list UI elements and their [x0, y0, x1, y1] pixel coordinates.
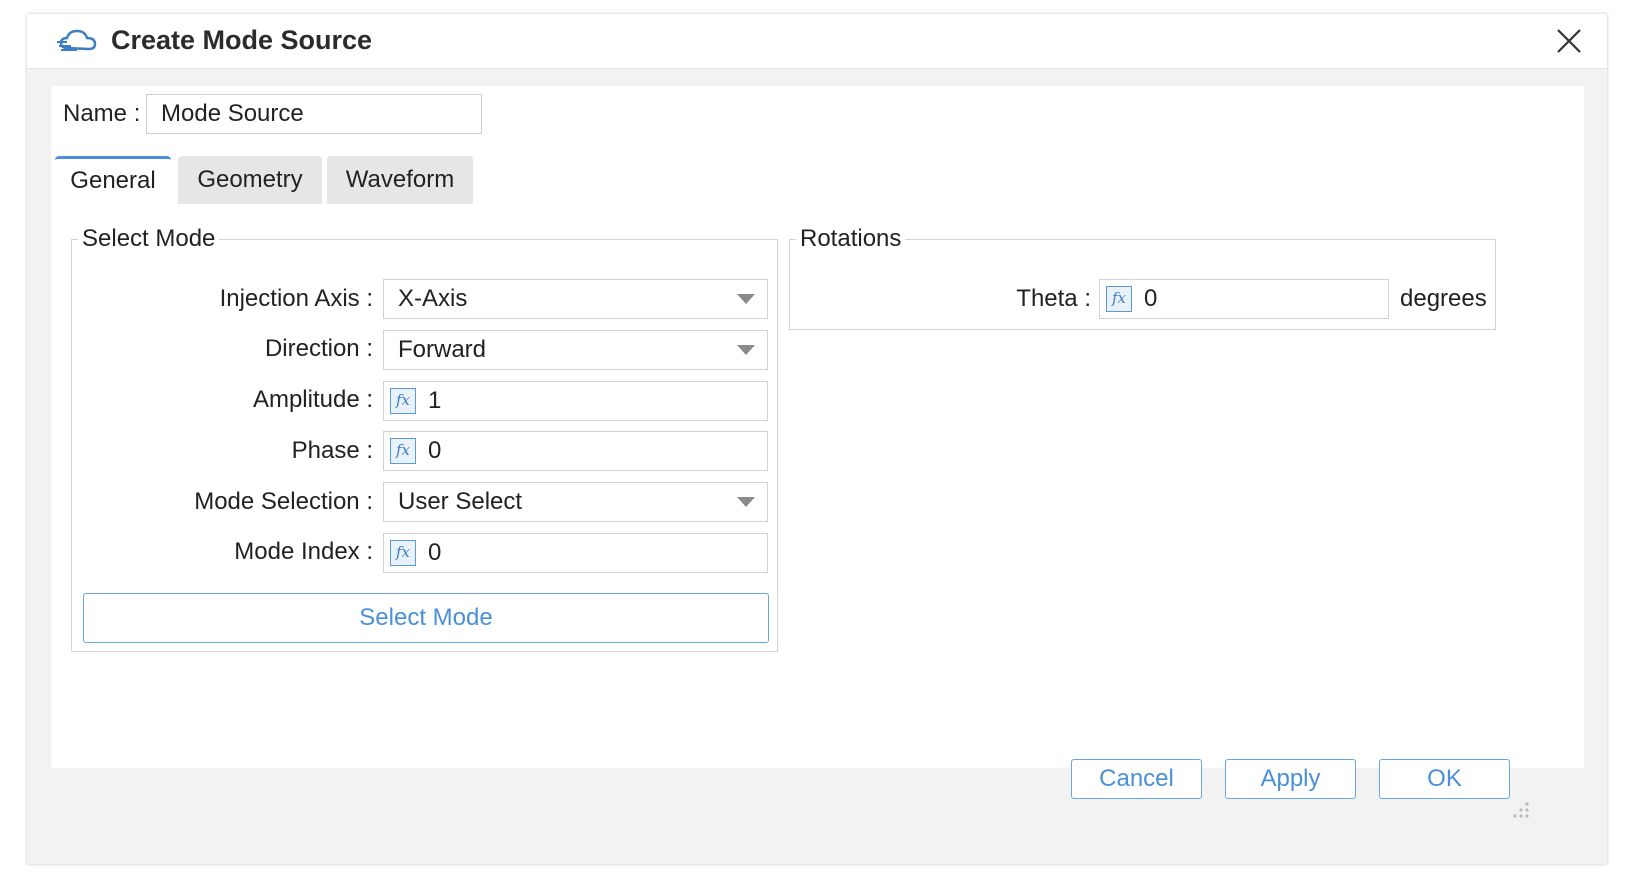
- amplitude-label: Amplitude :: [252, 386, 373, 413]
- apply-button[interactable]: Apply: [1225, 759, 1356, 799]
- mode-index-input[interactable]: fx 0: [383, 533, 768, 573]
- create-mode-source-dialog: Create Mode Source Name : Mode Source Ge…: [27, 14, 1607, 864]
- dialog-title: Create Mode Source: [111, 25, 373, 55]
- mode-index-label: Mode Index :: [234, 538, 373, 565]
- select-mode-button[interactable]: Select Mode: [83, 593, 769, 643]
- phase-input[interactable]: fx 0: [383, 431, 768, 471]
- close-icon[interactable]: [1552, 24, 1586, 58]
- direction-select[interactable]: Forward: [383, 330, 768, 370]
- cancel-button[interactable]: Cancel: [1071, 759, 1202, 799]
- tab-general[interactable]: General: [55, 156, 171, 204]
- chevron-down-icon: [737, 497, 755, 507]
- chevron-down-icon: [737, 294, 755, 304]
- fx-icon[interactable]: fx: [390, 540, 416, 566]
- tab-geometry[interactable]: Geometry: [178, 156, 322, 204]
- rotations-legend: Rotations: [800, 225, 902, 252]
- resize-grip-icon[interactable]: [1511, 800, 1531, 820]
- phase-value: 0: [428, 437, 442, 464]
- select-mode-legend: Select Mode: [82, 225, 216, 252]
- theta-value: 0: [1144, 285, 1158, 312]
- mode-index-value: 0: [428, 539, 442, 566]
- injection-axis-value: X-Axis: [398, 285, 468, 312]
- tab-waveform[interactable]: Waveform: [327, 156, 473, 204]
- dialog-content: Name : Mode Source General Geometry Wave…: [51, 86, 1584, 768]
- chevron-down-icon: [737, 345, 755, 355]
- fx-icon[interactable]: fx: [390, 438, 416, 464]
- ok-button[interactable]: OK: [1379, 759, 1510, 799]
- mode-selection-label: Mode Selection :: [194, 488, 373, 515]
- cloud-icon: [57, 29, 97, 51]
- injection-axis-select[interactable]: X-Axis: [383, 279, 768, 319]
- injection-axis-label: Injection Axis :: [219, 285, 373, 312]
- title-bar: Create Mode Source: [27, 14, 1607, 69]
- phase-label: Phase :: [291, 437, 373, 464]
- theta-label: Theta :: [1016, 285, 1091, 312]
- direction-value: Forward: [398, 336, 487, 363]
- fx-icon[interactable]: fx: [1106, 286, 1132, 312]
- mode-selection-value: User Select: [398, 488, 523, 515]
- amplitude-input[interactable]: fx 1: [383, 381, 768, 421]
- amplitude-value: 1: [428, 387, 442, 414]
- mode-selection-select[interactable]: User Select: [383, 482, 768, 522]
- fx-icon[interactable]: fx: [390, 388, 416, 414]
- theta-input[interactable]: fx 0: [1099, 279, 1389, 319]
- name-input[interactable]: Mode Source: [146, 94, 482, 134]
- direction-label: Direction :: [264, 335, 373, 362]
- theta-unit: degrees: [1400, 285, 1487, 312]
- name-label: Name :: [63, 100, 141, 127]
